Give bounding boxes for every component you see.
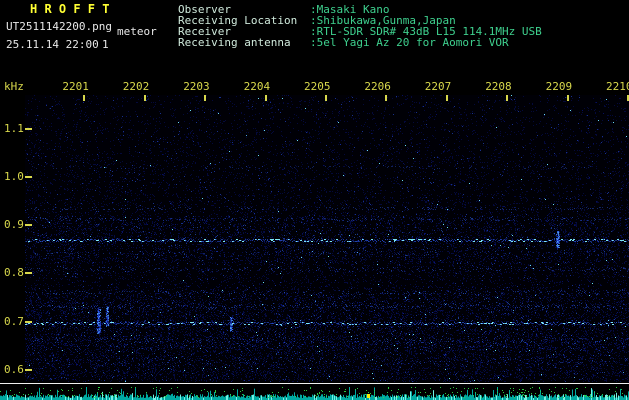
meta-label-antenna: Receiving antenna xyxy=(178,36,291,49)
freq-tick-mark xyxy=(25,320,32,323)
mode-label: meteor xyxy=(117,25,157,38)
freq-tick-label: 0.9 xyxy=(4,218,24,232)
signal-level-strip xyxy=(0,385,629,400)
freq-tick-label: 0.8 xyxy=(4,266,24,280)
time-tick-mark xyxy=(325,95,327,101)
time-tick-label: 2201 xyxy=(62,80,89,93)
freq-tick-label: 0.6 xyxy=(4,362,24,376)
freq-tick-label: 0.7 xyxy=(4,314,24,328)
freq-tick-mark xyxy=(25,368,32,371)
time-tick-label: 2209 xyxy=(545,80,573,93)
filename: UT2511142200.png xyxy=(6,20,112,33)
freq-tick-mark xyxy=(25,127,32,130)
time-tick-label: 2202 xyxy=(122,80,150,93)
time-tick-mark xyxy=(204,95,207,101)
freq-tick-label: 1.1 xyxy=(4,121,24,135)
time-tick-mark xyxy=(143,95,146,101)
meta-value-antenna: :5el Yagi Az 20 for Aomori VOR xyxy=(310,36,509,49)
freq-tick-mark xyxy=(25,176,32,178)
time-tick-mark xyxy=(385,95,388,101)
freq-tick-mark xyxy=(25,272,32,275)
time-tick-label: 2210 xyxy=(606,80,629,93)
freq-tick-mark xyxy=(25,224,32,227)
freq-tick-label: 1.0 xyxy=(4,170,24,183)
spectrogram-canvas xyxy=(25,95,629,382)
time-tick-mark xyxy=(506,95,509,101)
frame-counter: 1 xyxy=(102,38,109,51)
time-tick-label: 2204 xyxy=(243,80,271,93)
hrofft-output: H R O F F T UT2511142200.png meteor 25.1… xyxy=(0,0,629,400)
time-tick-label: 2208 xyxy=(485,80,512,93)
time-tick-mark xyxy=(566,95,569,101)
time-tick-mark xyxy=(83,95,86,101)
separator-line xyxy=(0,383,629,384)
time-tick-mark xyxy=(445,95,448,101)
freq-axis-unit: kHz xyxy=(4,80,24,93)
app-title: H R O F F T xyxy=(30,2,110,16)
time-tick-label: 2203 xyxy=(183,80,210,93)
time-tick-label: 2205 xyxy=(304,80,331,93)
time-tick-mark xyxy=(264,95,267,101)
time-tick-label: 2206 xyxy=(364,80,391,93)
timestamp: 25.11.14 22:00 xyxy=(6,38,99,51)
time-tick-label: 2207 xyxy=(424,80,452,93)
